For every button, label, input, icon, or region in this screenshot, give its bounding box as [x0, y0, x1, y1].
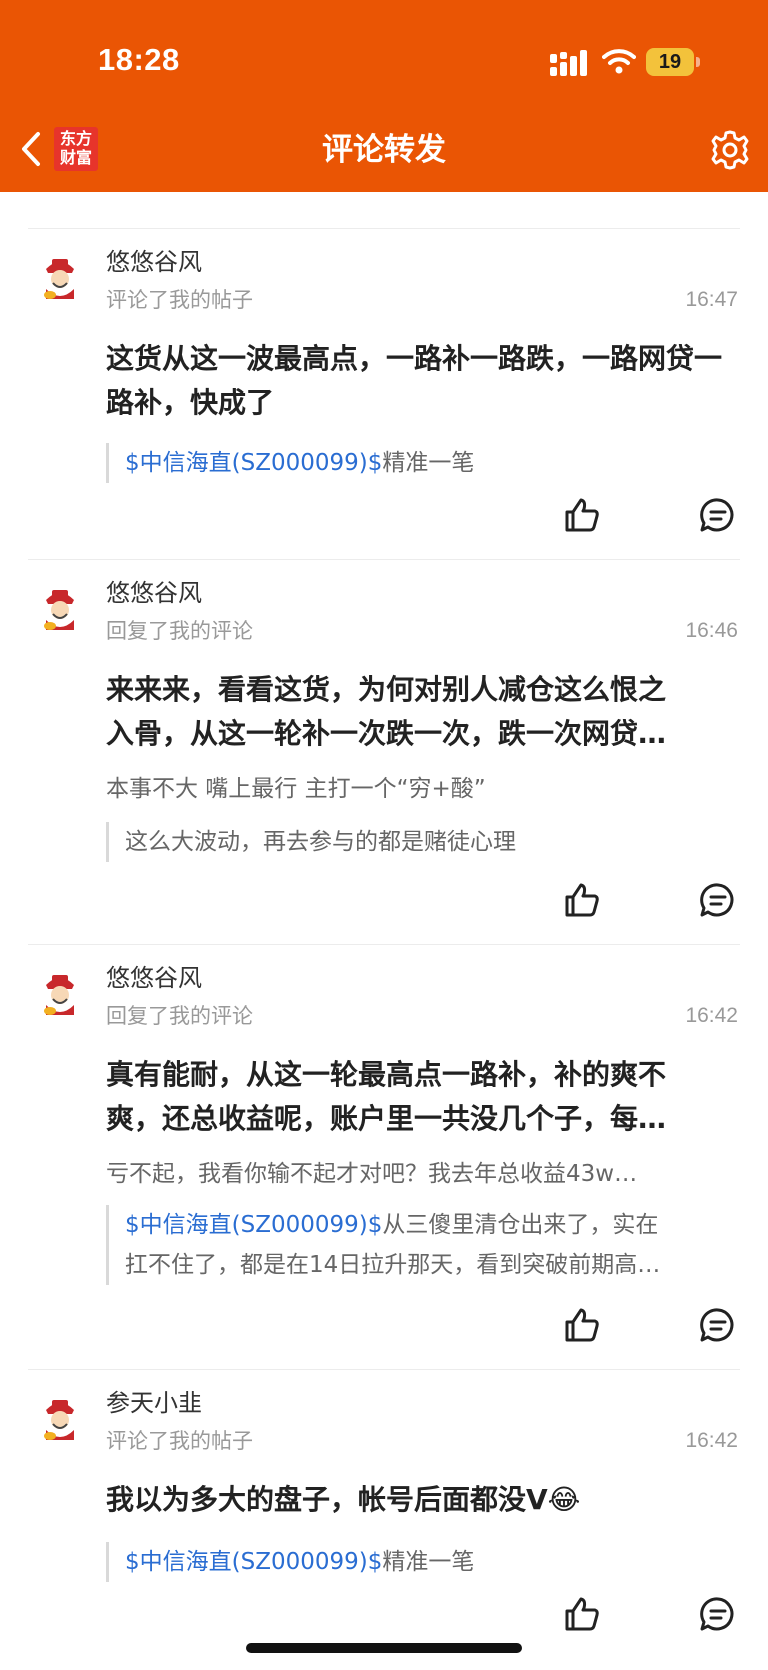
user-name[interactable]: 悠悠谷风 — [106, 245, 202, 279]
home-indicator[interactable] — [246, 1643, 522, 1653]
app-header: 18:28 19 东方 财富 评论转发 — [0, 0, 768, 192]
my-reply-text: 本事不大 嘴上最行 主打一个“穷+酸” — [106, 776, 486, 802]
comment-content-line-1[interactable]: 真有能耐，从这一轮最高点一路补，补的爽不 — [106, 1053, 740, 1097]
my-reply-text: 亏不起，我看你输不起才对吧？我去年总收益43w… — [106, 1161, 638, 1187]
quoted-post[interactable]: $中信海直(SZ000099)$精准一笔 — [106, 443, 740, 483]
page-title: 评论转发 — [322, 132, 446, 168]
timestamp: 16:42 — [685, 1429, 738, 1452]
user-name[interactable]: 参天小韭 — [106, 1386, 202, 1420]
comment-content-line-2[interactable]: 爽，还总收益呢，账户里一共没几个子，每… — [106, 1097, 740, 1141]
avatar-icon[interactable] — [38, 586, 82, 634]
action-text: 回复了我的评论 — [106, 619, 253, 643]
thumbs-up-icon[interactable] — [564, 1307, 600, 1343]
quoted-post[interactable]: 这么大波动，再去参与的都是赌徒心理 — [106, 822, 740, 862]
comment-icon[interactable] — [700, 497, 736, 533]
action-text: 回复了我的评论 — [106, 1004, 253, 1028]
quoted-post[interactable]: $中信海直(SZ000099)$精准一笔 — [106, 1542, 740, 1582]
avatar-icon[interactable] — [38, 1396, 82, 1444]
comment-icon[interactable] — [700, 1307, 736, 1343]
comment-content-line-1[interactable]: 来来来，看看这货，为何对别人减仓这么恨之 — [106, 668, 740, 712]
cellular-signal-icon — [550, 50, 587, 76]
user-name[interactable]: 悠悠谷风 — [106, 961, 202, 995]
stock-link[interactable]: $中信海直(SZ000099)$ — [125, 1212, 382, 1238]
wifi-icon — [602, 49, 636, 74]
thumbs-up-icon[interactable] — [564, 1596, 600, 1632]
user-name[interactable]: 悠悠谷风 — [106, 576, 202, 610]
timestamp: 16:46 — [685, 619, 738, 642]
timestamp: 16:47 — [685, 288, 738, 311]
status-time: 18:28 — [98, 42, 180, 77]
avatar-icon[interactable] — [38, 971, 82, 1019]
battery-indicator: 19 — [646, 48, 700, 76]
avatar-icon[interactable] — [38, 255, 82, 303]
comment-content[interactable]: 这货从这一波最高点，一路补一路跌，一路网贷一路补，快成了 — [106, 337, 740, 425]
previous-item-actions — [560, 192, 740, 194]
thumbs-up-icon[interactable] — [564, 497, 600, 533]
action-text: 评论了我的帖子 — [106, 1429, 253, 1453]
notification-item[interactable]: 悠悠谷风 回复了我的评论 16:46 来来来，看看这货，为何对别人减仓这么恨之 … — [0, 560, 768, 944]
action-text: 评论了我的帖子 — [106, 288, 253, 312]
notification-item[interactable]: 参天小韭 评论了我的帖子 16:42 我以为多大的盘子，帐号后面都没V😂 $中信… — [0, 1370, 768, 1670]
stock-link[interactable]: $中信海直(SZ000099)$ — [125, 1549, 382, 1575]
notification-item[interactable]: 悠悠谷风 回复了我的评论 16:42 真有能耐，从这一轮最高点一路补，补的爽不 … — [0, 945, 768, 1369]
battery-level: 19 — [658, 51, 682, 73]
stock-link[interactable]: $中信海直(SZ000099)$ — [125, 450, 382, 476]
comment-icon[interactable] — [700, 882, 736, 918]
thumbs-up-icon[interactable] — [564, 882, 600, 918]
gear-icon[interactable] — [709, 129, 751, 171]
notification-item[interactable]: 悠悠谷风 评论了我的帖子 16:47 这货从这一波最高点，一路补一路跌，一路网贷… — [0, 229, 768, 559]
comment-content[interactable]: 我以为多大的盘子，帐号后面都没V😂 — [106, 1478, 740, 1522]
comment-icon[interactable] — [700, 1596, 736, 1632]
comment-feed[interactable]: 悠悠谷风 评论了我的帖子 16:47 这货从这一波最高点，一路补一路跌，一路网贷… — [0, 192, 768, 1670]
comment-content-line-2[interactable]: 入骨，从这一轮补一次跌一次，跌一次网贷… — [106, 712, 740, 756]
timestamp: 16:42 — [685, 1004, 738, 1027]
quoted-post[interactable]: $中信海直(SZ000099)$从三傻里清仓出来了，实在 扛不住了，都是在14日… — [106, 1205, 740, 1285]
